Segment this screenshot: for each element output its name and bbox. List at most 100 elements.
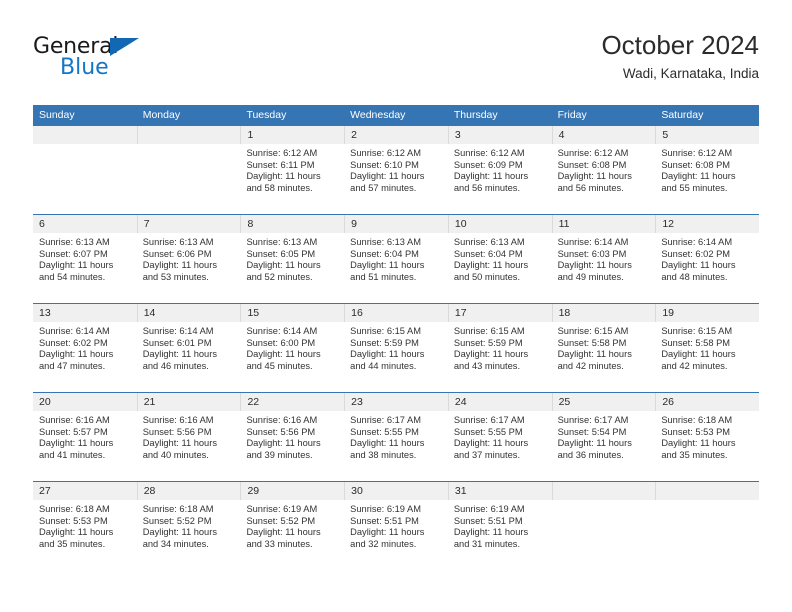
- day-cell[interactable]: 6 Sunrise: 6:13 AM Sunset: 6:07 PM Dayli…: [33, 215, 137, 303]
- day-cell[interactable]: 10 Sunrise: 6:13 AM Sunset: 6:04 PM Dayl…: [447, 215, 552, 303]
- day-number: 10: [454, 218, 467, 230]
- sunset-text: Sunset: 6:04 PM: [453, 248, 523, 259]
- daylight-text-line2: and 32 minutes.: [350, 538, 417, 549]
- day-cell[interactable]: [655, 482, 760, 569]
- sunrise-text: Sunrise: 6:14 AM: [557, 237, 629, 247]
- daylight-text-line2: and 43 minutes.: [453, 360, 521, 371]
- day-details: Sunrise: 6:18 AM Sunset: 5:52 PM Dayligh…: [137, 500, 241, 550]
- weekday-header-monday: Monday: [142, 109, 181, 121]
- daylight-text-line1: Daylight: 11 hours: [557, 349, 632, 360]
- day-number: 2: [351, 129, 357, 141]
- general-blue-logo[interactable]: General Blue: [33, 34, 203, 90]
- daylight-text-line1: Daylight: 11 hours: [557, 260, 632, 271]
- day-number: 11: [558, 218, 570, 230]
- sunrise-text: Sunrise: 6:12 AM: [661, 148, 733, 158]
- day-cell[interactable]: 26 Sunrise: 6:18 AM Sunset: 5:53 PM Dayl…: [655, 393, 760, 481]
- day-cell[interactable]: [551, 482, 656, 569]
- day-details: Sunrise: 6:16 AM Sunset: 5:57 PM Dayligh…: [33, 411, 137, 461]
- daylight-text-line1: Daylight: 11 hours: [661, 438, 736, 449]
- daylight-text-line2: and 42 minutes.: [557, 360, 624, 371]
- daylight-text-line2: and 55 minutes.: [661, 182, 728, 193]
- day-number: 3: [454, 129, 461, 141]
- day-number-band: 11: [551, 215, 656, 233]
- daylight-text-line1: Daylight: 11 hours: [39, 438, 114, 449]
- day-details: [137, 144, 241, 148]
- day-cell[interactable]: 5 Sunrise: 6:12 AM Sunset: 6:08 PM Dayli…: [655, 126, 760, 214]
- day-number: 5: [662, 129, 669, 141]
- day-cell[interactable]: 30 Sunrise: 6:19 AM Sunset: 5:51 PM Dayl…: [344, 482, 448, 569]
- day-cell[interactable]: 15 Sunrise: 6:14 AM Sunset: 6:00 PM Dayl…: [240, 304, 345, 392]
- sunset-text: Sunset: 5:55 PM: [453, 426, 523, 437]
- day-number-band: 24: [447, 393, 552, 411]
- day-cell[interactable]: 7 Sunrise: 6:13 AM Sunset: 6:06 PM Dayli…: [136, 215, 241, 303]
- day-number-band: 12: [655, 215, 760, 233]
- day-cell[interactable]: 16 Sunrise: 6:15 AM Sunset: 5:59 PM Dayl…: [344, 304, 448, 392]
- day-details: Sunrise: 6:17 AM Sunset: 5:55 PM Dayligh…: [344, 411, 448, 461]
- sunrise-text: Sunrise: 6:15 AM: [453, 326, 525, 336]
- day-cell[interactable]: 1 Sunrise: 6:12 AM Sunset: 6:11 PM Dayli…: [240, 126, 345, 214]
- daylight-text-line1: Daylight: 11 hours: [39, 527, 114, 538]
- daylight-text-line1: Daylight: 11 hours: [453, 527, 529, 538]
- day-cell[interactable]: 25 Sunrise: 6:17 AM Sunset: 5:54 PM Dayl…: [551, 393, 656, 481]
- day-number-band: 10: [447, 215, 552, 233]
- day-cell[interactable]: 31 Sunrise: 6:19 AM Sunset: 5:51 PM Dayl…: [447, 482, 552, 569]
- day-cell[interactable]: 2 Sunrise: 6:12 AM Sunset: 6:10 PM Dayli…: [344, 126, 448, 214]
- day-cell[interactable]: 21 Sunrise: 6:16 AM Sunset: 5:56 PM Dayl…: [136, 393, 241, 481]
- daylight-text-line1: Daylight: 11 hours: [453, 260, 529, 271]
- day-number-band: 28: [136, 482, 241, 500]
- sunrise-text: Sunrise: 6:19 AM: [453, 504, 525, 514]
- day-cell[interactable]: 28 Sunrise: 6:18 AM Sunset: 5:52 PM Dayl…: [136, 482, 241, 569]
- day-cell[interactable]: 12 Sunrise: 6:14 AM Sunset: 6:02 PM Dayl…: [655, 215, 760, 303]
- daylight-text-line1: Daylight: 11 hours: [246, 438, 321, 449]
- daylight-text-line2: and 45 minutes.: [246, 360, 313, 371]
- day-details: Sunrise: 6:12 AM Sunset: 6:10 PM Dayligh…: [344, 144, 448, 194]
- day-cell[interactable]: [33, 126, 137, 214]
- day-cell[interactable]: 29 Sunrise: 6:19 AM Sunset: 5:52 PM Dayl…: [240, 482, 345, 569]
- sunset-text: Sunset: 6:04 PM: [350, 248, 419, 259]
- day-cell[interactable]: 18 Sunrise: 6:15 AM Sunset: 5:58 PM Dayl…: [551, 304, 656, 392]
- title-block: October 2024 Wadi, Karnataka, India: [601, 28, 759, 84]
- day-cell[interactable]: 27 Sunrise: 6:18 AM Sunset: 5:53 PM Dayl…: [33, 482, 137, 569]
- weekday-header-sunday: Sunday: [39, 109, 75, 121]
- day-cell[interactable]: 24 Sunrise: 6:17 AM Sunset: 5:55 PM Dayl…: [447, 393, 552, 481]
- sunrise-text: Sunrise: 6:18 AM: [142, 504, 214, 514]
- sunrise-text: Sunrise: 6:14 AM: [246, 326, 318, 336]
- sunset-text: Sunset: 6:02 PM: [39, 337, 108, 348]
- sunset-text: Sunset: 5:57 PM: [39, 426, 108, 437]
- daylight-text-line2: and 56 minutes.: [557, 182, 624, 193]
- day-cell[interactable]: 19 Sunrise: 6:15 AM Sunset: 5:58 PM Dayl…: [655, 304, 760, 392]
- day-cell[interactable]: 23 Sunrise: 6:17 AM Sunset: 5:55 PM Dayl…: [344, 393, 448, 481]
- sunset-text: Sunset: 5:58 PM: [557, 337, 627, 348]
- sunset-text: Sunset: 6:03 PM: [557, 248, 627, 259]
- day-cell[interactable]: 20 Sunrise: 6:16 AM Sunset: 5:57 PM Dayl…: [33, 393, 137, 481]
- day-number: 30: [351, 485, 363, 497]
- day-cell[interactable]: 3 Sunrise: 6:12 AM Sunset: 6:09 PM Dayli…: [447, 126, 552, 214]
- day-details: Sunrise: 6:16 AM Sunset: 5:56 PM Dayligh…: [137, 411, 241, 461]
- sunset-text: Sunset: 5:51 PM: [453, 515, 523, 526]
- day-cell[interactable]: 14 Sunrise: 6:14 AM Sunset: 6:01 PM Dayl…: [136, 304, 241, 392]
- page-header: General Blue October 2024 Wadi, Karnatak…: [33, 28, 759, 94]
- day-cell[interactable]: [136, 126, 241, 214]
- sunset-text: Sunset: 5:56 PM: [246, 426, 316, 437]
- day-number: 28: [143, 485, 156, 497]
- day-details: Sunrise: 6:18 AM Sunset: 5:53 PM Dayligh…: [655, 411, 759, 461]
- day-details: Sunrise: 6:14 AM Sunset: 6:00 PM Dayligh…: [240, 322, 344, 372]
- daylight-text-line2: and 48 minutes.: [661, 271, 728, 282]
- day-cell[interactable]: 17 Sunrise: 6:15 AM Sunset: 5:59 PM Dayl…: [447, 304, 552, 392]
- day-details: Sunrise: 6:19 AM Sunset: 5:51 PM Dayligh…: [344, 500, 448, 550]
- day-details: Sunrise: 6:17 AM Sunset: 5:55 PM Dayligh…: [448, 411, 552, 461]
- daylight-text-line1: Daylight: 11 hours: [661, 349, 736, 360]
- day-cell[interactable]: 8 Sunrise: 6:13 AM Sunset: 6:05 PM Dayli…: [240, 215, 345, 303]
- day-cell[interactable]: 11 Sunrise: 6:14 AM Sunset: 6:03 PM Dayl…: [551, 215, 656, 303]
- day-cell[interactable]: 9 Sunrise: 6:13 AM Sunset: 6:04 PM Dayli…: [344, 215, 448, 303]
- daylight-text-line1: Daylight: 11 hours: [557, 438, 632, 449]
- sunset-text: Sunset: 6:07 PM: [39, 248, 108, 259]
- day-cell[interactable]: 22 Sunrise: 6:16 AM Sunset: 5:56 PM Dayl…: [240, 393, 345, 481]
- day-details: Sunrise: 6:13 AM Sunset: 6:06 PM Dayligh…: [137, 233, 241, 283]
- daylight-text-line2: and 37 minutes.: [453, 449, 521, 460]
- daylight-text-line1: Daylight: 11 hours: [350, 171, 425, 182]
- sunrise-text: Sunrise: 6:18 AM: [661, 415, 733, 425]
- day-cell[interactable]: 13 Sunrise: 6:14 AM Sunset: 6:02 PM Dayl…: [33, 304, 137, 392]
- day-cell[interactable]: 4 Sunrise: 6:12 AM Sunset: 6:08 PM Dayli…: [551, 126, 656, 214]
- day-details: Sunrise: 6:13 AM Sunset: 6:04 PM Dayligh…: [344, 233, 448, 283]
